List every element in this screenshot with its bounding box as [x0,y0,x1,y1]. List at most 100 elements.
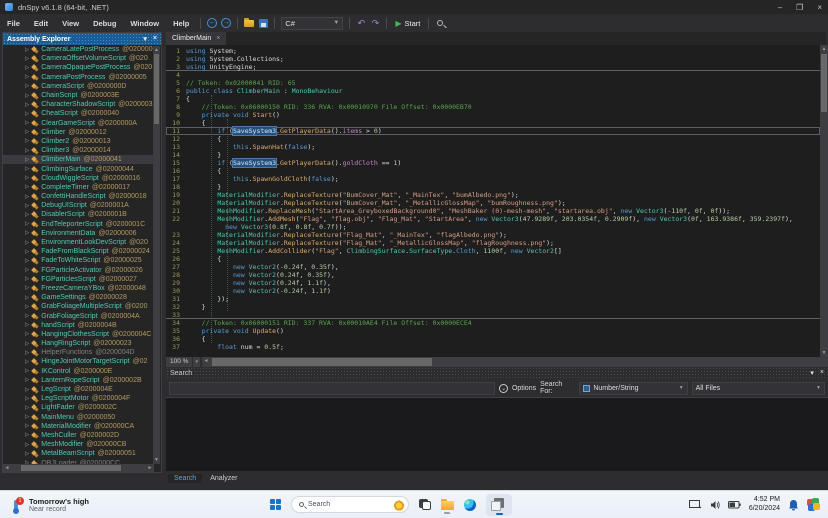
code-line[interactable]: 17 this.SpawnGoldCloth(false); [166,175,820,183]
code-line[interactable]: 5// Token: 0x02000041 RID: 65 [166,79,820,87]
undo-button[interactable]: ↶ [354,16,368,30]
expander-icon[interactable]: ▷ [25,47,29,53]
tree-item-confettihandlescript[interactable]: ▷ConfettiHandleScript@02000018 [3,192,154,201]
editor-vertical-scrollbar[interactable]: ▲ ▼ [820,45,828,357]
display-tray-icon[interactable] [689,500,702,510]
tab-climbermain[interactable]: ClimberMain × [166,32,226,45]
minimize-button[interactable]: – [778,3,782,12]
redo-button[interactable]: ↷ [368,16,382,30]
menu-view[interactable]: View [55,19,86,28]
file-explorer-button[interactable] [441,499,454,510]
code-line[interactable]: 30 new Vector2(-0.24f, 1.1f) [166,287,820,295]
code-line[interactable]: 37 float num = 0.5f; [166,343,820,351]
expander-icon[interactable]: ▷ [25,138,29,144]
tree-item-lightfader[interactable]: ▷LightFader@0200002C [3,403,154,412]
start-button[interactable] [270,499,281,510]
expander-icon[interactable]: ▷ [25,285,29,291]
tree-item-cameralatepostprocess[interactable]: ▷CameraLatePostProcess@0200000 [3,45,154,54]
search-input[interactable] [169,382,495,395]
search-results-area[interactable] [166,397,828,471]
search-type-combobox[interactable]: Number/String ▼ [579,382,687,395]
tree-item-legscript[interactable]: ▷LegScript@0200004E [3,385,154,394]
expander-icon[interactable]: ▷ [25,359,29,365]
scroll-left-icon[interactable]: ◄ [202,357,210,365]
code-line[interactable]: 19 MaterialModifier.ReplaceTexture("BumC… [166,191,820,199]
code-line[interactable]: 15 if (SaveSystem3.GetPlayerData().goldC… [166,159,820,167]
navigate-back-button[interactable]: ← [205,16,219,30]
tree-item-cleargamescript[interactable]: ▷ClearGameScript@0200000A [3,119,154,128]
tree-item-hingejointmotortargetscript[interactable]: ▷HingeJointMotorTargetScript@02 [3,357,154,366]
expander-icon[interactable]: ▷ [25,184,29,190]
search-assemblies-button[interactable] [433,16,447,30]
options-label[interactable]: Options [512,385,536,392]
scroll-right-icon[interactable]: ► [146,464,154,472]
pane-menu-icon[interactable]: ▾ [143,35,147,43]
scrollbar-thumb[interactable] [154,54,159,124]
tree-item-grabfoliagescript[interactable]: ▷GrabFoliageScript@0200004A [3,311,154,320]
start-debug-button[interactable]: ▶ Start [391,19,424,28]
tree-item-materialmodifier[interactable]: ▷MaterialModifier@020000CA [3,422,154,431]
expander-icon[interactable]: ▷ [25,240,29,246]
tree-item-fadefromblackscript[interactable]: ▷FadeFromBlackScript@02000024 [3,247,154,256]
search-files-combobox[interactable]: All Files ▼ [692,382,825,395]
expander-icon[interactable]: ▷ [25,148,29,154]
code-editor[interactable]: 1using System;2using System.Collections;… [166,45,820,357]
title-bar[interactable]: dnSpy v6.1.8 (64-bit, .NET) – ❐ × [0,0,828,14]
tree-item-climber3[interactable]: ▷Climber3@02000014 [3,146,154,155]
tree-item-ikcontrol[interactable]: ▷IKControl@0200000E [3,367,154,376]
tree-item-metalbeamscript[interactable]: ▷MetalBeamScript@02000051 [3,449,154,458]
navigate-forward-button[interactable]: → [219,16,233,30]
tree-item-charactershadowscript[interactable]: ▷CharacterShadowScript@0200003 [3,100,154,109]
tree-item-climbingsurface[interactable]: ▷ClimbingSurface@02000044 [3,164,154,173]
expander-icon[interactable]: ▷ [25,258,29,264]
code-line[interactable]: 23 MaterialModifier.ReplaceTexture("Flag… [166,231,820,239]
expander-icon[interactable]: ▷ [25,230,29,236]
expander-icon[interactable]: ▷ [25,341,29,347]
code-line[interactable]: 6public class ClimberMain : MonoBehaviou… [166,87,820,95]
scroll-up-icon[interactable]: ▲ [153,46,160,54]
code-line[interactable]: 10 { [166,119,820,127]
tree-item-environmentdata[interactable]: ▷EnvironmentData@02000006 [3,229,154,238]
tree-item-grabfoliagemultiplescript[interactable]: ▷GrabFoliageMultipleScript@0200 [3,302,154,311]
expander-icon[interactable]: ▷ [25,276,29,282]
taskbar-clock[interactable]: 4:52 PM 6/20/2024 [749,496,780,513]
editor-horizontal-scrollbar[interactable]: ◄ [202,357,828,367]
pane-close-icon[interactable]: × [153,35,157,43]
expander-icon[interactable]: ▷ [25,387,29,393]
scroll-left-icon[interactable]: ◄ [3,464,11,472]
tree-item-endteleporterscript[interactable]: ▷EndTeleporterScript@0200001C [3,220,154,229]
tree-item-meshculler[interactable]: ▷MeshCuller@0200002D [3,431,154,440]
expander-icon[interactable]: ▷ [25,451,29,457]
expander-icon[interactable]: ▷ [25,267,29,273]
expander-icon[interactable]: ▷ [25,331,29,337]
scrollbar-thumb[interactable] [212,358,432,366]
task-view-button[interactable] [419,499,431,510]
assembly-tree-vertical-scrollbar[interactable]: ▲ ▼ [153,46,160,464]
pane-menu-icon[interactable]: ▾ [810,369,814,377]
expander-icon[interactable]: ▷ [25,120,29,126]
code-line[interactable]: 28 new Vector2(0.24f, 0.35f), [166,271,820,279]
code-line[interactable]: 20 MaterialModifier.ReplaceTexture("BumC… [166,199,820,207]
expander-icon[interactable]: ▷ [25,56,29,62]
search-panel-header[interactable]: Search ▾ × [166,367,828,379]
tab-close-icon[interactable]: × [216,35,220,42]
tree-item-mainmenu[interactable]: ▷MainMenu@02000050 [3,413,154,422]
tree-item-helperfunctions[interactable]: ▷HelperFunctions@0200004D [3,348,154,357]
tree-item-cheatscript[interactable]: ▷CheatScript@02000040 [3,109,154,118]
expander-icon[interactable]: ▷ [25,175,29,181]
close-button[interactable]: × [817,3,822,12]
code-line[interactable]: 11 if (SaveSystem3.GetPlayerData().items… [166,127,820,135]
code-line[interactable]: 14 } [166,151,820,159]
expander-icon[interactable]: ▷ [25,295,29,301]
menu-file[interactable]: File [0,19,27,28]
tree-item-climbermain[interactable]: ▷ClimberMain@02000041 [3,155,154,164]
assembly-explorer-header[interactable]: Assembly Explorer ▾ × [3,33,161,45]
pane-close-icon[interactable]: × [820,369,824,377]
expander-icon[interactable]: ▷ [25,111,29,117]
expander-icon[interactable]: ▷ [25,350,29,356]
edge-browser-button[interactable] [464,499,476,511]
code-line[interactable]: 16 { [166,167,820,175]
battery-tray-icon[interactable] [728,501,741,509]
expander-icon[interactable]: ▷ [25,93,29,99]
expander-icon[interactable]: ▷ [25,166,29,172]
